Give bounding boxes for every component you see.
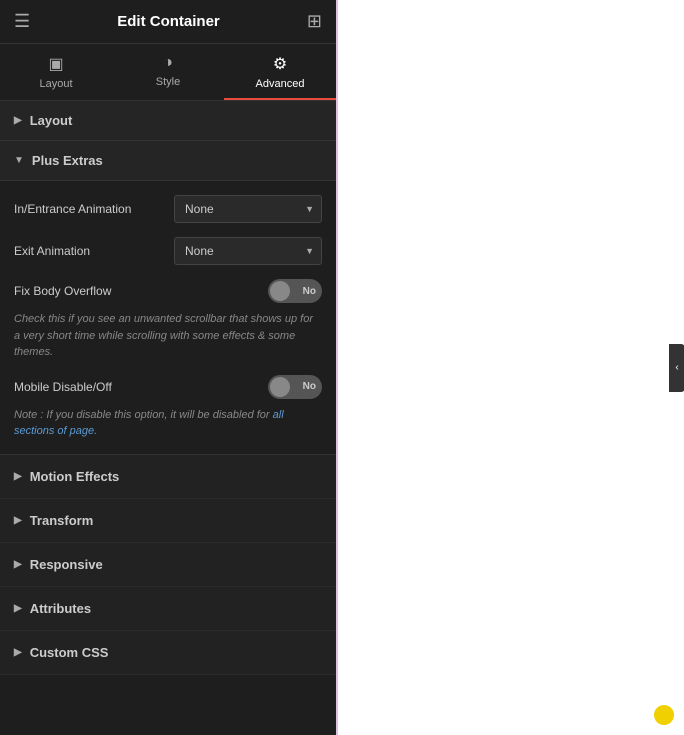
grid-icon[interactable]: ⊞ [307,11,322,32]
sidebar: ☰ Edit Container ⊞ ▣ Layout ◑ Style ⚙ Ad… [0,0,336,735]
tab-layout-label: Layout [39,78,72,90]
in-entrance-animation-label: In/Entrance Animation [14,202,166,216]
transform-section-header[interactable]: ▶ Transform [0,499,336,543]
plus-extras-section-label: Plus Extras [32,153,103,168]
collapse-arrow-icon: ‹ [675,362,678,373]
exit-animation-select[interactable]: None FadeOut SlideOut ZoomOut [174,237,322,265]
mobile-disable-toggle[interactable]: No [268,375,322,399]
tab-style-label: Style [156,76,180,88]
tabs-bar: ▣ Layout ◑ Style ⚙ Advanced [0,44,336,101]
responsive-label: Responsive [30,557,103,572]
tab-advanced-label: Advanced [256,78,305,90]
tab-layout[interactable]: ▣ Layout [0,44,112,100]
attributes-arrow-icon: ▶ [14,603,22,614]
mobile-disable-row: Mobile Disable/Off No [14,375,322,399]
motion-effects-label: Motion Effects [30,469,120,484]
exit-animation-row: Exit Animation None FadeOut SlideOut Zoo… [14,237,322,265]
plus-extras-content: In/Entrance Animation None FadeIn SlideI… [0,181,336,455]
fix-body-overflow-helper: Check this if you see an unwanted scroll… [14,311,322,361]
attributes-label: Attributes [30,601,91,616]
mobile-disable-label: Mobile Disable/Off [14,380,260,394]
in-entrance-animation-select-wrapper: None FadeIn SlideIn ZoomIn [174,195,322,223]
layout-tab-icon: ▣ [48,54,63,74]
mobile-disable-note: Note : If you disable this option, it wi… [14,407,322,440]
page-title: Edit Container [30,13,307,30]
layout-section-header[interactable]: ▶ Layout [0,101,336,141]
plus-extras-section-header[interactable]: ▼ Plus Extras [0,141,336,181]
tab-advanced[interactable]: ⚙ Advanced [224,44,336,100]
layout-section-label: Layout [30,113,73,128]
in-entrance-animation-select[interactable]: None FadeIn SlideIn ZoomIn [174,195,322,223]
mobile-disable-toggle-text: No [303,381,316,392]
fix-body-overflow-label: Fix Body Overflow [14,284,260,298]
custom-css-section-header[interactable]: ▶ Custom CSS [0,631,336,675]
collapse-sidebar-button[interactable]: ‹ [669,344,684,392]
style-tab-icon: ◑ [163,54,173,72]
header: ☰ Edit Container ⊞ [0,0,336,44]
fix-body-overflow-toggle-text: No [303,286,316,297]
responsive-arrow-icon: ▶ [14,559,22,570]
advanced-tab-icon: ⚙ [273,54,287,74]
fix-body-overflow-knob [270,281,290,301]
mobile-disable-knob [270,377,290,397]
canvas-inner: ‹ [336,0,684,735]
custom-css-label: Custom CSS [30,645,109,660]
exit-animation-label: Exit Animation [14,244,166,258]
layout-arrow-icon: ▶ [14,115,22,126]
menu-icon[interactable]: ☰ [14,11,30,32]
responsive-section-header[interactable]: ▶ Responsive [0,543,336,587]
main-canvas: ‹ [336,0,684,735]
note-link: all sections of page. [14,409,284,438]
custom-css-arrow-icon: ▶ [14,647,22,658]
attributes-section-header[interactable]: ▶ Attributes [0,587,336,631]
fix-body-overflow-row: Fix Body Overflow No [14,279,322,303]
plus-extras-arrow-icon: ▼ [14,155,24,166]
motion-effects-arrow-icon: ▶ [14,471,22,482]
transform-label: Transform [30,513,94,528]
yellow-dot-indicator [654,705,674,725]
motion-effects-section-header[interactable]: ▶ Motion Effects [0,455,336,499]
transform-arrow-icon: ▶ [14,515,22,526]
fix-body-overflow-toggle[interactable]: No [268,279,322,303]
exit-animation-select-wrapper: None FadeOut SlideOut ZoomOut [174,237,322,265]
tab-style[interactable]: ◑ Style [112,44,224,100]
in-entrance-animation-row: In/Entrance Animation None FadeIn SlideI… [14,195,322,223]
